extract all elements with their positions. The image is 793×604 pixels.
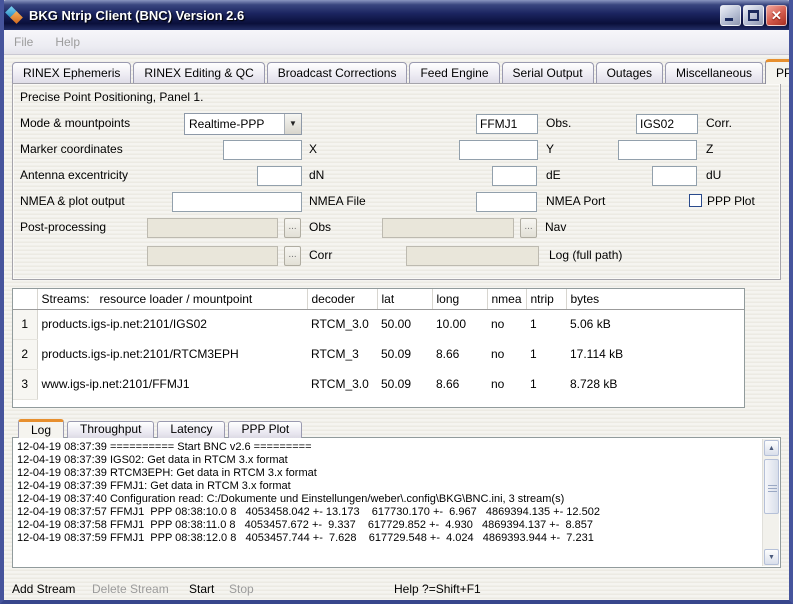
streams-table: Streams: resource loader / mountpoint de…	[12, 288, 745, 408]
close-button[interactable]: ✕	[766, 5, 787, 26]
cell-bytes: 5.06 kB	[566, 309, 745, 339]
log-line: 12-04-19 08:37:39 ========== Start BNC v…	[17, 441, 758, 454]
log-output[interactable]: 12-04-19 08:37:39 ========== Start BNC v…	[17, 441, 758, 565]
stop-button[interactable]: Stop	[229, 582, 254, 596]
cell-nmea: no	[487, 369, 526, 399]
tab-miscellaneous[interactable]: Miscellaneous	[665, 62, 763, 84]
row-number: 2	[13, 339, 37, 369]
log-line: 12-04-19 08:37:57 FFMJ1 PPP 08:38:10.0 8…	[17, 506, 758, 519]
scroll-down-icon[interactable]: ▼	[764, 549, 779, 565]
log-scrollbar[interactable]: ▲ ▼	[762, 439, 779, 566]
col-header-mountpoint[interactable]: Streams: resource loader / mountpoint	[37, 289, 307, 309]
cell-decoder: RTCM_3	[307, 339, 377, 369]
log-line: 12-04-19 08:37:58 FFMJ1 PPP 08:38:11.0 8…	[17, 519, 758, 532]
log-tab-bar: Log Throughput Latency PPP Plot	[18, 419, 305, 438]
client-area: RINEX Ephemeris RINEX Editing & QC Broad…	[4, 55, 789, 600]
add-stream-button[interactable]: Add Stream	[12, 582, 75, 596]
menubar: File Help	[4, 30, 789, 55]
cell-long: 8.66	[432, 369, 487, 399]
tab-log[interactable]: Log	[18, 419, 64, 438]
scrollbar-thumb[interactable]	[764, 459, 779, 514]
col-header-lat[interactable]: lat	[377, 289, 432, 309]
cell-mountpoint: www.igs-ip.net:2101/FFMJ1	[37, 369, 307, 399]
streams-header-row: Streams: resource loader / mountpoint de…	[13, 289, 745, 309]
tab-rinex-ephemeris[interactable]: RINEX Ephemeris	[12, 62, 131, 84]
col-header-long[interactable]: long	[432, 289, 487, 309]
cell-ntrip: 1	[526, 369, 566, 399]
minimize-button[interactable]	[720, 5, 741, 26]
titlebar[interactable]: BKG Ntrip Client (BNC) Version 2.6 ✕	[0, 0, 793, 30]
menu-help[interactable]: Help	[55, 35, 80, 49]
log-line: 12-04-19 08:37:39 IGS02: Get data in RTC…	[17, 454, 758, 467]
tab-ppp-plot[interactable]: PPP Plot	[228, 421, 302, 438]
maximize-button[interactable]	[743, 5, 764, 26]
cell-long: 10.00	[432, 309, 487, 339]
minimize-icon	[725, 18, 733, 21]
tab-rinex-editing-qc[interactable]: RINEX Editing & QC	[133, 62, 264, 84]
cell-ntrip: 1	[526, 309, 566, 339]
cell-decoder: RTCM_3.0	[307, 309, 377, 339]
row-number: 1	[13, 309, 37, 339]
maximize-icon	[748, 10, 759, 21]
close-icon: ✕	[767, 7, 786, 25]
cell-mountpoint: products.igs-ip.net:2101/IGS02	[37, 309, 307, 339]
cell-decoder: RTCM_3.0	[307, 369, 377, 399]
log-line: 12-04-19 08:37:39 FFMJ1: Get data in RTC…	[17, 480, 758, 493]
log-panel: 12-04-19 08:37:39 ========== Start BNC v…	[12, 437, 781, 568]
start-button[interactable]: Start	[189, 582, 214, 596]
cell-nmea: no	[487, 309, 526, 339]
log-line: 12-04-19 08:37:40 Configuration read: C:…	[17, 493, 758, 506]
help-button[interactable]: Help ?=Shift+F1	[394, 582, 481, 596]
tab-broadcast-corrections[interactable]: Broadcast Corrections	[267, 62, 408, 84]
cell-nmea: no	[487, 339, 526, 369]
col-header-ntrip[interactable]: ntrip	[526, 289, 566, 309]
corner-header-cell	[13, 289, 37, 309]
row-number: 3	[13, 369, 37, 399]
main-tab-bar: RINEX Ephemeris RINEX Editing & QC Broad…	[12, 59, 781, 84]
tab-feed-engine[interactable]: Feed Engine	[409, 62, 499, 84]
cell-bytes: 17.114 kB	[566, 339, 745, 369]
tab-outages[interactable]: Outages	[596, 62, 663, 84]
window-title: BKG Ntrip Client (BNC) Version 2.6	[29, 8, 720, 23]
scroll-up-icon[interactable]: ▲	[764, 440, 779, 456]
bnc-window: BKG Ntrip Client (BNC) Version 2.6 ✕ Fil…	[0, 0, 793, 604]
table-row[interactable]: 3 www.igs-ip.net:2101/FFMJ1 RTCM_3.0 50.…	[13, 369, 745, 399]
log-line: 12-04-19 08:37:59 FFMJ1 PPP 08:38:12.0 8…	[17, 532, 758, 545]
cell-ntrip: 1	[526, 339, 566, 369]
col-header-bytes[interactable]: bytes	[566, 289, 745, 309]
table-row[interactable]: 1 products.igs-ip.net:2101/IGS02 RTCM_3.…	[13, 309, 745, 339]
tab-ppp-1[interactable]: PPP (1)	[765, 59, 793, 84]
cell-long: 8.66	[432, 339, 487, 369]
col-header-nmea[interactable]: nmea	[487, 289, 526, 309]
table-row[interactable]: 2 products.igs-ip.net:2101/RTCM3EPH RTCM…	[13, 339, 745, 369]
menu-file[interactable]: File	[14, 35, 33, 49]
cell-lat: 50.09	[377, 339, 432, 369]
col-header-decoder[interactable]: decoder	[307, 289, 377, 309]
tab-serial-output[interactable]: Serial Output	[502, 62, 594, 84]
delete-stream-button[interactable]: Delete Stream	[92, 582, 169, 596]
tab-throughput[interactable]: Throughput	[67, 421, 154, 438]
cell-bytes: 8.728 kB	[566, 369, 745, 399]
cell-lat: 50.09	[377, 369, 432, 399]
cell-lat: 50.00	[377, 309, 432, 339]
log-line: 12-04-19 08:37:39 RTCM3EPH: Get data in …	[17, 467, 758, 480]
bnc-app-icon	[6, 7, 24, 23]
cell-mountpoint: products.igs-ip.net:2101/RTCM3EPH	[37, 339, 307, 369]
ppp-panel	[12, 83, 781, 280]
tab-latency[interactable]: Latency	[157, 421, 225, 438]
